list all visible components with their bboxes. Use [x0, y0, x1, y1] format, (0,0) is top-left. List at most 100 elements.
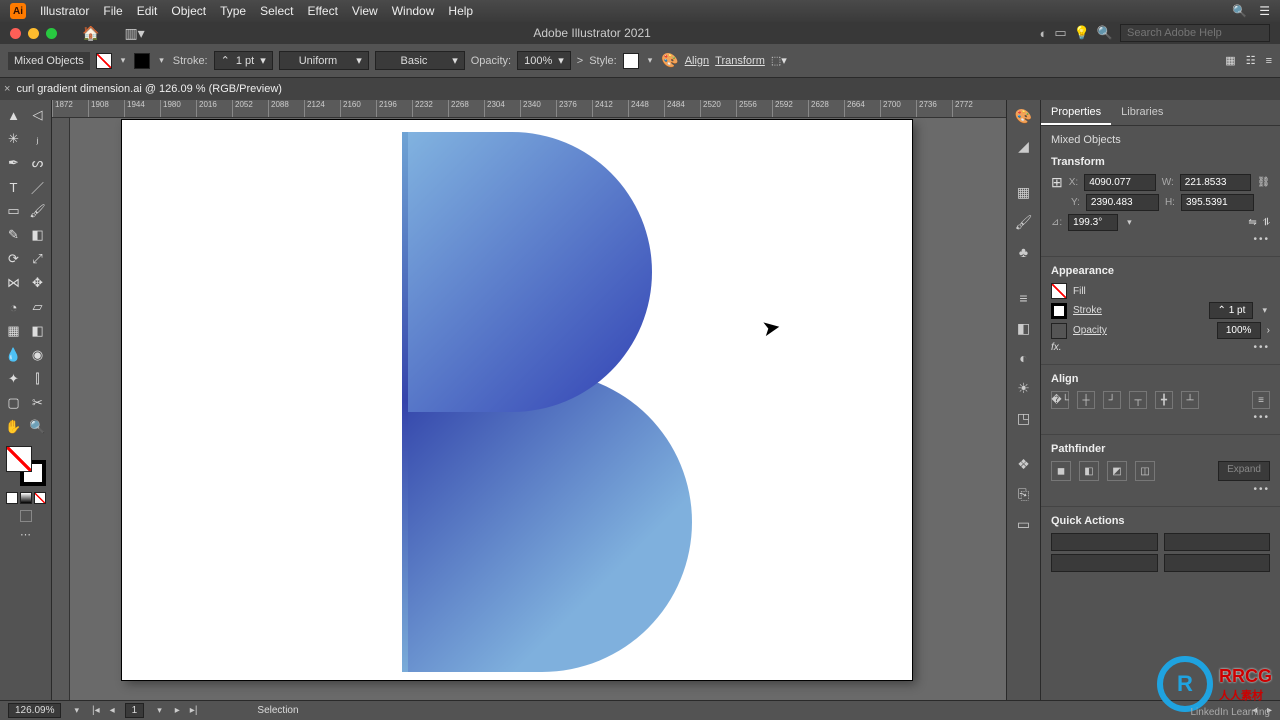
lasso-tool-icon[interactable]: ⱼ — [27, 128, 49, 150]
link-wh-icon[interactable]: ⛓ — [1257, 177, 1270, 188]
menu-select[interactable]: Select — [260, 4, 293, 18]
asset-export-panel-icon[interactable]: ⎘ — [1014, 484, 1034, 504]
color-guide-panel-icon[interactable]: ◢ — [1014, 136, 1034, 156]
hand-tool-icon[interactable]: ✋ — [3, 416, 25, 438]
scale-tool-icon[interactable]: ⤢ — [27, 248, 49, 270]
document-tab[interactable]: curl gradient dimension.ai @ 126.09 % (R… — [16, 83, 282, 95]
arrange-icon[interactable]: ▭ — [1054, 25, 1066, 41]
prev-artboard-icon[interactable]: ◂ — [110, 705, 115, 716]
tab-properties[interactable]: Properties — [1041, 100, 1111, 125]
panel-menu-icon[interactable]: ≡ — [1266, 55, 1272, 67]
selection-type[interactable]: Mixed Objects — [8, 52, 90, 70]
reference-point-icon[interactable]: ⊞ — [1051, 174, 1063, 191]
eyedropper-tool-icon[interactable]: 💧 — [3, 344, 25, 366]
appearance-opacity-field[interactable]: 100% — [1217, 322, 1261, 339]
menu-edit[interactable]: Edit — [137, 4, 158, 18]
paintbrush-tool-icon[interactable]: 🖌 — [27, 200, 49, 222]
align-left-icon[interactable]: �└ — [1051, 391, 1069, 409]
shaper-tool-icon[interactable]: ✎ — [3, 224, 25, 246]
color-mode-gradient-icon[interactable] — [20, 492, 32, 504]
w-field[interactable]: 221.8533 — [1180, 174, 1252, 191]
close-tab-icon[interactable]: × — [4, 83, 10, 95]
menu-view[interactable]: View — [352, 4, 378, 18]
stroke-swatch[interactable] — [134, 53, 150, 69]
line-tool-icon[interactable]: ／ — [27, 176, 49, 198]
symbol-sprayer-tool-icon[interactable]: ✦ — [3, 368, 25, 390]
fill-swatch[interactable] — [96, 53, 112, 69]
opacity-field[interactable]: 100%▾ — [517, 51, 571, 70]
appearance-more-icon[interactable]: ••• — [1253, 342, 1270, 353]
artboard-tool-icon[interactable]: ▢ — [3, 392, 25, 414]
artboards-panel-icon[interactable]: ▭ — [1014, 514, 1034, 534]
learn-icon[interactable]: 💡 — [1074, 25, 1090, 41]
menu-object[interactable]: Object — [171, 4, 206, 18]
layers-panel-icon[interactable]: ❖ — [1014, 454, 1034, 474]
graph-tool-icon[interactable]: ⫿ — [27, 368, 49, 390]
help-search-input[interactable] — [1120, 24, 1270, 42]
angle-field[interactable]: 199.3° — [1068, 214, 1118, 231]
color-mode-solid-icon[interactable] — [6, 492, 18, 504]
y-field[interactable]: 2390.483 — [1086, 194, 1159, 211]
screen-mode-icon[interactable] — [20, 510, 32, 522]
home-icon[interactable]: 🏠 — [82, 25, 99, 42]
pathfinder-minus-front-icon[interactable]: ◧ — [1079, 461, 1099, 481]
arrange-docs-icon[interactable]: ▥▾ — [124, 25, 144, 42]
quick-action-3[interactable] — [1051, 554, 1158, 572]
menu-app[interactable]: Illustrator — [40, 4, 89, 18]
list-view-icon[interactable]: ☷ — [1246, 54, 1256, 67]
menu-effect[interactable]: Effect — [307, 4, 337, 18]
first-artboard-icon[interactable]: |◂ — [92, 705, 100, 716]
align-link[interactable]: Align — [685, 55, 709, 67]
magic-wand-tool-icon[interactable]: ✳ — [3, 128, 25, 150]
appearance-panel-icon[interactable]: ☀ — [1014, 378, 1034, 398]
distribute-icon[interactable]: ≡ — [1252, 391, 1270, 409]
canvas[interactable]: ➤ — [52, 118, 1006, 700]
zoom-field[interactable]: 126.09% — [8, 703, 61, 718]
quick-action-2[interactable] — [1164, 533, 1271, 551]
fx-label[interactable]: fx. — [1051, 342, 1062, 353]
quick-action-1[interactable] — [1051, 533, 1158, 551]
brush-select[interactable]: Basic▾ — [375, 51, 465, 70]
pathfinder-expand-button[interactable]: Expand — [1218, 461, 1270, 481]
appearance-opacity-swatch[interactable] — [1051, 323, 1067, 339]
menu-window[interactable]: Window — [392, 4, 435, 18]
cloud-user-icon[interactable]: ◐ — [1039, 26, 1047, 41]
stroke-dropdown-icon[interactable]: ▾ — [156, 55, 167, 66]
search-icon[interactable]: 🔍 — [1232, 4, 1247, 18]
style-swatch[interactable] — [623, 53, 639, 69]
transform-more-icon[interactable]: ••• — [1253, 234, 1270, 245]
fill-box-icon[interactable] — [6, 446, 32, 472]
stroke-panel-icon[interactable]: ≡ — [1014, 288, 1034, 308]
color-panel-icon[interactable]: 🎨 — [1014, 106, 1034, 126]
brushes-panel-icon[interactable]: 🖌 — [1014, 212, 1034, 232]
shape-builder-tool-icon[interactable]: ◔ — [3, 296, 25, 318]
align-right-icon[interactable]: ┘ — [1103, 391, 1121, 409]
graphic-styles-panel-icon[interactable]: ◳ — [1014, 408, 1034, 428]
zoom-window-icon[interactable] — [46, 28, 57, 39]
mesh-tool-icon[interactable]: ▦ — [3, 320, 25, 342]
transform-link[interactable]: Transform — [715, 55, 765, 67]
align-bottom-icon[interactable]: ┴ — [1181, 391, 1199, 409]
align-hcenter-icon[interactable]: ┼ — [1077, 391, 1095, 409]
grid-view-icon[interactable]: ▦ — [1225, 54, 1235, 67]
swatches-panel-icon[interactable]: ▦ — [1014, 182, 1034, 202]
tab-libraries[interactable]: Libraries — [1111, 100, 1173, 125]
flip-vertical-icon[interactable]: ⥮ — [1263, 217, 1270, 228]
fill-stroke-control[interactable] — [6, 446, 46, 486]
free-transform-tool-icon[interactable]: ✥ — [27, 272, 49, 294]
gradient-panel-icon[interactable]: ◧ — [1014, 318, 1034, 338]
menu-extra-icon[interactable]: ☰ — [1259, 4, 1270, 18]
help-search-icon[interactable]: 🔍 — [1097, 25, 1113, 41]
recolor-icon[interactable]: 🎨 — [661, 52, 678, 69]
appearance-stroke-weight[interactable]: ⌃ 1 pt — [1209, 302, 1253, 319]
next-artboard-icon[interactable]: ▸ — [175, 705, 180, 716]
type-tool-icon[interactable]: T — [3, 176, 25, 198]
transparency-panel-icon[interactable]: ◐ — [1014, 348, 1034, 368]
align-vcenter-icon[interactable]: ╋ — [1155, 391, 1173, 409]
pen-tool-icon[interactable]: ✒ — [3, 152, 25, 174]
gradient-tool-icon[interactable]: ◧ — [27, 320, 49, 342]
edit-toolbar-icon[interactable]: ⋯ — [20, 528, 31, 541]
symbols-panel-icon[interactable]: ♣ — [1014, 242, 1034, 262]
pathfinder-exclude-icon[interactable]: ◫ — [1135, 461, 1155, 481]
perspective-tool-icon[interactable]: ▱ — [27, 296, 49, 318]
